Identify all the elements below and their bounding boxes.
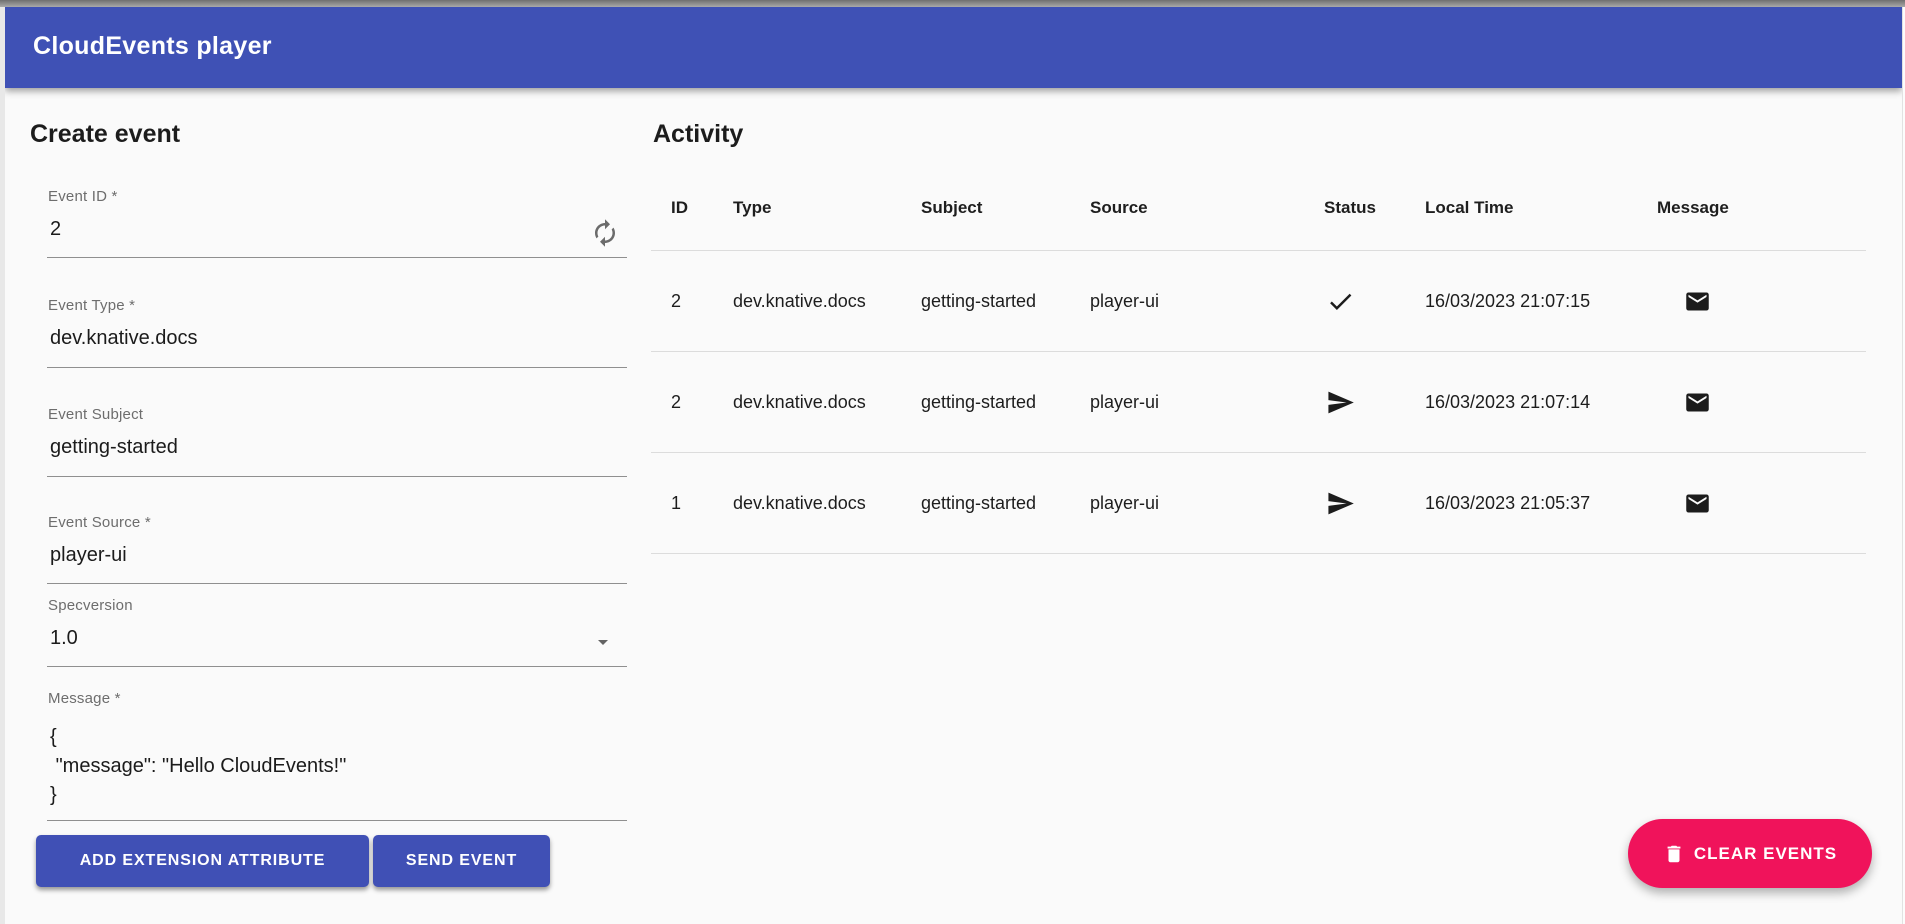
app-bar: CloudEvents player	[5, 7, 1902, 88]
cell-message[interactable]	[1657, 389, 1866, 416]
cell-subject: getting-started	[921, 392, 1090, 413]
send-event-button[interactable]: SEND EVENT	[373, 835, 550, 887]
cell-subject: getting-started	[921, 493, 1090, 514]
event-source-label: Event Source *	[48, 514, 151, 531]
cell-id: 2	[651, 291, 733, 312]
email-icon[interactable]	[1684, 389, 1711, 416]
check-icon	[1326, 287, 1355, 316]
col-header-source: Source	[1090, 198, 1324, 218]
col-header-message: Message	[1657, 198, 1866, 218]
cell-id: 1	[651, 493, 733, 514]
event-source-input[interactable]: player-ui	[50, 541, 127, 570]
event-type-input[interactable]: dev.knative.docs	[50, 324, 198, 353]
cell-message[interactable]	[1657, 490, 1866, 517]
event-subject-label: Event Subject	[48, 406, 143, 423]
col-header-type: Type	[733, 198, 921, 218]
clear-events-button[interactable]: CLEAR EVENTS	[1628, 819, 1872, 888]
window-top-edge	[0, 0, 1905, 7]
specversion-field[interactable]: Specversion 1.0	[47, 597, 627, 667]
app-title: CloudEvents player	[33, 32, 272, 61]
col-header-local-time: Local Time	[1425, 198, 1657, 218]
specversion-select[interactable]: 1.0	[50, 624, 78, 653]
message-field[interactable]: Message * { "message": "Hello CloudEvent…	[47, 690, 627, 821]
trash-icon	[1663, 843, 1685, 865]
event-id-input[interactable]: 2	[50, 215, 61, 244]
event-id-field[interactable]: Event ID * 2	[47, 188, 627, 258]
create-event-heading: Create event	[30, 120, 180, 149]
email-icon[interactable]	[1684, 490, 1711, 517]
cell-message[interactable]	[1657, 288, 1866, 315]
cell-subject: getting-started	[921, 291, 1090, 312]
event-type-label: Event Type *	[48, 297, 135, 314]
cell-source: player-ui	[1090, 493, 1324, 514]
specversion-label: Specversion	[48, 597, 133, 614]
autorenew-icon[interactable]	[590, 218, 620, 248]
col-header-id: ID	[651, 198, 733, 218]
activity-table: ID Type Subject Source Status Local Time…	[651, 165, 1866, 554]
table-row[interactable]: 2 dev.knative.docs getting-started playe…	[651, 251, 1866, 352]
event-type-field[interactable]: Event Type * dev.knative.docs	[47, 297, 627, 368]
cell-source: player-ui	[1090, 392, 1324, 413]
cell-local-time: 16/03/2023 21:05:37	[1425, 493, 1657, 514]
col-header-status: Status	[1324, 198, 1425, 218]
event-subject-input[interactable]: getting-started	[50, 433, 178, 462]
cell-type: dev.knative.docs	[733, 493, 921, 514]
cell-local-time: 16/03/2023 21:07:15	[1425, 291, 1657, 312]
activity-heading: Activity	[653, 120, 743, 149]
event-source-field[interactable]: Event Source * player-ui	[47, 514, 627, 584]
table-header-row: ID Type Subject Source Status Local Time…	[651, 165, 1866, 251]
email-icon[interactable]	[1684, 288, 1711, 315]
cell-id: 2	[651, 392, 733, 413]
window-left-edge	[0, 7, 5, 924]
col-header-subject: Subject	[921, 198, 1090, 218]
cell-status	[1324, 287, 1425, 316]
send-icon	[1326, 489, 1355, 518]
message-textarea[interactable]: { "message": "Hello CloudEvents!" }	[50, 723, 346, 810]
event-subject-field[interactable]: Event Subject getting-started	[47, 406, 627, 477]
cell-status	[1324, 388, 1425, 417]
dropdown-arrow-icon[interactable]	[591, 630, 615, 654]
cell-source: player-ui	[1090, 291, 1324, 312]
message-label: Message *	[48, 690, 121, 707]
event-id-label: Event ID *	[48, 188, 118, 205]
send-icon	[1326, 388, 1355, 417]
clear-events-label: CLEAR EVENTS	[1694, 844, 1837, 864]
cell-type: dev.knative.docs	[733, 392, 921, 413]
add-extension-attribute-button[interactable]: ADD EXTENSION ATTRIBUTE	[36, 835, 369, 887]
table-row[interactable]: 2 dev.knative.docs getting-started playe…	[651, 352, 1866, 453]
cell-local-time: 16/03/2023 21:07:14	[1425, 392, 1657, 413]
cell-type: dev.knative.docs	[733, 291, 921, 312]
table-row[interactable]: 1 dev.knative.docs getting-started playe…	[651, 453, 1866, 554]
cell-status	[1324, 489, 1425, 518]
